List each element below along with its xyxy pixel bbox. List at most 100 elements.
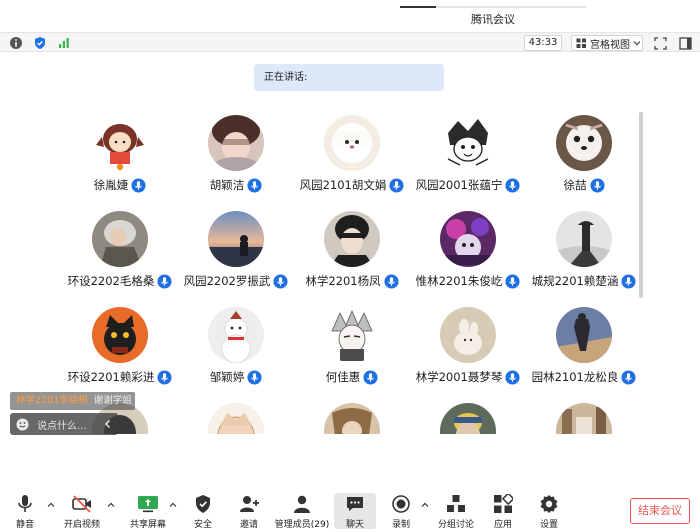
video-options-chevron[interactable] [106,500,116,510]
participant-name: 胡颖洁 [209,178,245,192]
speaking-banner: 正在讲话: [254,64,444,91]
participant-tile[interactable]: 城规2201赖楚涵 [526,208,642,304]
avatar [208,211,264,267]
breakout-button[interactable]: 分组讨论 [436,493,476,531]
participant-tile[interactable]: 风园2001张蕴宁 [410,112,526,208]
grid-view-button[interactable]: 宫格视图 [571,35,643,51]
participant-tile[interactable]: 风园2202罗振武 [178,208,294,304]
participant-name: 园林2101龙松良 [531,370,619,384]
view-label: 宫格视图 [590,39,630,51]
breakout-icon [447,495,465,512]
start-video-button[interactable]: 开启视频 [62,493,102,531]
participant-name: 徐喆 [563,178,587,192]
chat-message: 谢谢学姐 [93,395,132,406]
avatar [440,307,496,363]
chat-collapse-button[interactable] [97,413,119,435]
participant-tile[interactable]: 环设2202毛格桑 [62,208,178,304]
sidebar-toggle-icon[interactable] [677,35,693,51]
avatar [440,211,496,267]
avatar [208,403,264,434]
share-screen-button[interactable]: 共享屏幕 [128,493,168,531]
bottom-toolbar: 静音 开启视频 共享屏幕 安全 邀请 管理成员(29) 聊天 录制 分组讨论 应… [0,490,700,532]
participant-grid: 徐胤婕 胡颖洁 风园2101胡文娟 风园2001张蕴宁 徐喆 环设2202毛格桑… [62,112,642,434]
apps-button[interactable]: 应用 [488,493,518,531]
participant-tile[interactable]: 徐喆 [526,112,642,208]
video-off-icon [72,495,91,513]
participant-tile[interactable]: 风园2101胡文娟 [294,112,410,208]
participant-tile[interactable] [178,400,294,434]
mic-icon [363,369,378,385]
chevron-up-icon [107,502,115,507]
shield-icon[interactable] [32,35,48,51]
participant-tile[interactable]: 惟林2201朱俊屹 [410,208,526,304]
chevron-up-icon [47,502,55,507]
participant-tile[interactable]: 林学2201杨凤 [294,208,410,304]
avatar [92,307,148,363]
participant-tile[interactable]: 林学2001聂梦琴 [410,304,526,400]
chevron-up-icon [421,502,429,507]
end-meeting-button[interactable]: 结束会议 [630,498,690,524]
window-title: 腾讯会议 [471,13,515,26]
avatar [440,115,496,171]
security-button[interactable]: 安全 [188,493,218,531]
share-options-chevron[interactable] [168,500,178,510]
chat-icon [347,497,363,511]
record-options-chevron[interactable] [420,500,430,510]
fullscreen-icon[interactable] [652,35,668,51]
gear-icon [540,495,558,513]
mic-icon [621,369,636,385]
participant-name: 何佳惠 [325,370,361,384]
info-icon[interactable] [8,35,24,51]
avatar [556,115,612,171]
participant-tile[interactable] [410,400,526,434]
participant-tile[interactable]: 徐胤婕 [62,112,178,208]
chevron-up-icon [169,502,177,507]
record-button[interactable]: 录制 [386,493,416,531]
participant-name: 风园2001张蕴宁 [415,178,503,192]
signal-icon[interactable] [56,35,72,51]
microphone-icon [18,495,32,512]
chat-sender: 林学2201李晓桐 [16,395,88,406]
top-toolbar: 43:33 宫格视图 [0,32,700,52]
participant-name: 风园2101胡文娟 [299,178,387,192]
mic-icon [247,369,262,385]
participant-name: 风园2202罗振武 [183,274,271,288]
chat-button[interactable]: 聊天 [340,493,370,531]
chevron-left-icon [105,420,110,428]
avatar [556,307,612,363]
avatar [208,307,264,363]
participant-tile[interactable] [294,400,410,434]
avatar [92,115,148,171]
meeting-window: 腾讯会议 43:33 宫格视图 正在讲话: 徐胤婕 胡颖洁 风园2101胡文娟 … [0,0,700,532]
shield-icon [196,495,210,513]
participant-name: 环设2201赖彩进 [67,370,155,384]
participant-tile[interactable]: 环设2201赖彩进 [62,304,178,400]
members-icon [294,495,310,513]
title-tab-indicator [400,6,586,8]
participant-name: 城规2201赖楚涵 [531,274,619,288]
settings-button[interactable]: 设置 [534,493,564,531]
participant-tile[interactable] [526,400,642,434]
mute-button[interactable]: 静音 [10,493,40,531]
participant-name: 林学2201杨凤 [305,274,381,288]
avatar [92,211,148,267]
mute-options-chevron[interactable] [46,500,56,510]
participant-tile[interactable]: 邹颖婷 [178,304,294,400]
participant-name: 惟林2201朱俊屹 [415,274,503,288]
avatar [556,211,612,267]
emoji-icon[interactable] [16,418,29,431]
add-user-icon [240,496,259,512]
participant-tile[interactable]: 胡颖洁 [178,112,294,208]
grid-scrollbar[interactable] [639,112,643,298]
chat-notification[interactable]: 林学2201李晓桐 谢谢学姐 [10,392,135,410]
avatar [324,307,380,363]
manage-members-button[interactable]: 管理成员(29) [275,493,329,531]
mic-icon [589,177,605,193]
invite-button[interactable]: 邀请 [234,493,264,531]
participant-name: 环设2202毛格桑 [67,274,155,288]
mic-icon [131,177,146,193]
record-icon [392,495,410,513]
participant-tile[interactable]: 何佳惠 [294,304,410,400]
participant-tile[interactable]: 园林2101龙松良 [526,304,642,400]
chevron-down-icon [633,41,641,46]
